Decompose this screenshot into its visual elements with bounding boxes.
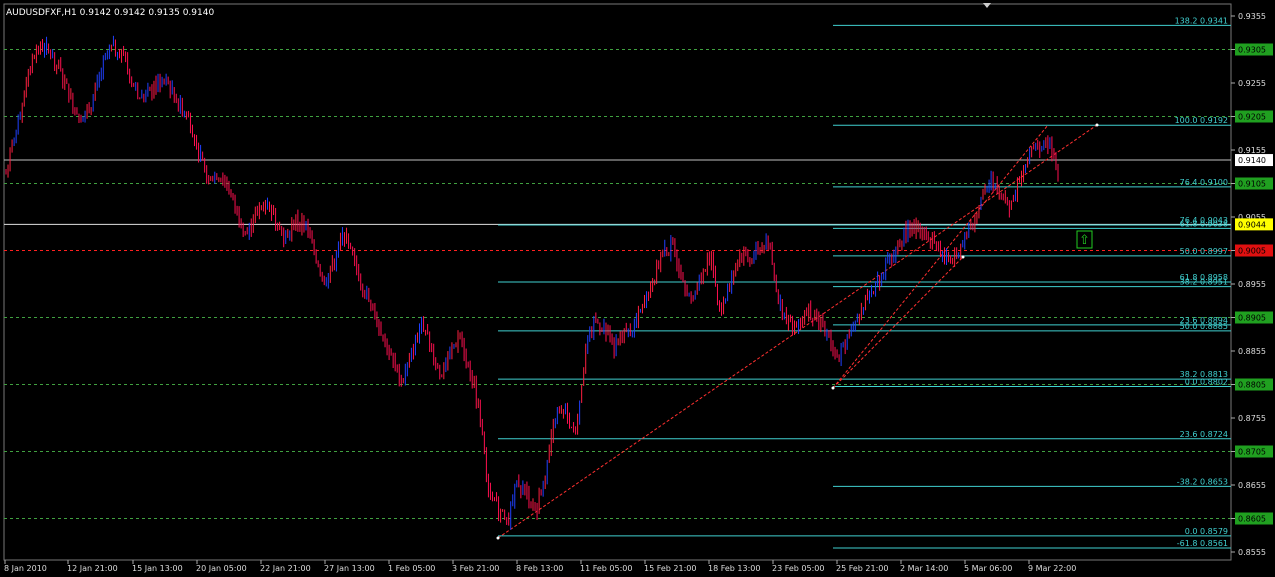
fib-level-label: 76.4 0.9100 <box>1180 178 1228 187</box>
fib-level-label: 100.0 0.9192 <box>1175 116 1228 125</box>
level-price-tag-label: 0.8605 <box>1238 515 1266 524</box>
time-tick-label: 25 Feb 21:00 <box>836 564 888 573</box>
time-tick-label: 20 Jan 05:00 <box>196 564 247 573</box>
time-tick-label: 18 Feb 13:00 <box>708 564 760 573</box>
anchor-point <box>961 255 965 259</box>
current-price-tag-label: 0.9140 <box>1238 156 1266 165</box>
anchor-point <box>496 536 500 540</box>
time-tick-label: 5 Mar 06:00 <box>964 564 1012 573</box>
price-tick-label: 0.9355 <box>1238 12 1266 21</box>
chart-background <box>0 0 1275 577</box>
price-tick-label: 0.8655 <box>1238 481 1266 490</box>
fib-level-label: 50.0 0.8997 <box>1180 247 1228 256</box>
time-tick-label: 8 Feb 13:00 <box>516 564 563 573</box>
fib-level-label: 61.8 0.9038 <box>1180 219 1228 228</box>
level-price-tag-label: 0.9105 <box>1238 180 1266 189</box>
fib-level-label: 138.2 0.9341 <box>1175 16 1228 25</box>
level-price-tag-label: 0.9205 <box>1238 113 1266 122</box>
time-tick-label: 23 Feb 05:00 <box>772 564 824 573</box>
fib-level-label: -38.2 0.8653 <box>1177 477 1228 486</box>
price-tick-label: 0.9155 <box>1238 146 1266 155</box>
time-tick-label: 9 Mar 22:00 <box>1028 564 1076 573</box>
time-tick-label: 2 Mar 14:00 <box>900 564 948 573</box>
up-arrow-icon: ⇧ <box>1079 233 1090 248</box>
level-price-tag-label: 0.8705 <box>1238 448 1266 457</box>
anchor-point <box>831 386 835 390</box>
time-tick-label: 12 Jan 21:00 <box>67 564 118 573</box>
level-price-tag-label: 0.8805 <box>1238 381 1266 390</box>
time-tick-label: 1 Feb 05:00 <box>388 564 435 573</box>
price-tick-label: 0.8555 <box>1238 548 1266 557</box>
fib-level-label: 50.0 0.8885 <box>1180 322 1228 331</box>
fib-level-label: 23.6 0.8724 <box>1180 430 1228 439</box>
time-tick-label: 3 Feb 21:00 <box>452 564 499 573</box>
price-tick-label: 0.9255 <box>1238 79 1266 88</box>
time-tick-label: 22 Jan 21:00 <box>260 564 311 573</box>
chart-title: AUDUSDFXF,H1 0.9142 0.9142 0.9135 0.9140 <box>6 8 214 18</box>
highlight-price-tag-label: 0.9044 <box>1238 220 1266 229</box>
red-price-tag-label: 0.9005 <box>1238 247 1266 256</box>
fib-level-label: 0.0 0.8802 <box>1185 378 1228 387</box>
time-tick-label: 15 Feb 21:00 <box>644 564 696 573</box>
time-tick-label: 15 Jan 13:00 <box>132 564 183 573</box>
price-tick-label: 0.8955 <box>1238 280 1266 289</box>
anchor-point <box>1095 123 1099 127</box>
price-tick-label: 0.8755 <box>1238 414 1266 423</box>
fib-level-label: -61.8 0.8561 <box>1177 539 1228 548</box>
time-tick-label: 8 Jan 2010 <box>4 564 47 573</box>
fib-level-label: 0.0 0.8579 <box>1185 527 1228 536</box>
price-tick-label: 0.8855 <box>1238 347 1266 356</box>
price-chart[interactable]: 138.2 0.9341100.0 0.919276.4 0.910076.4 … <box>0 0 1275 577</box>
buy-arrow-indicator[interactable]: ⇧ <box>1076 230 1093 249</box>
level-price-tag-label: 0.9305 <box>1238 46 1266 55</box>
level-price-tag-label: 0.8905 <box>1238 314 1266 323</box>
fib-level-label: 38.2 0.8951 <box>1180 278 1228 287</box>
time-tick-label: 27 Jan 13:00 <box>324 564 375 573</box>
time-tick-label: 11 Feb 05:00 <box>580 564 632 573</box>
